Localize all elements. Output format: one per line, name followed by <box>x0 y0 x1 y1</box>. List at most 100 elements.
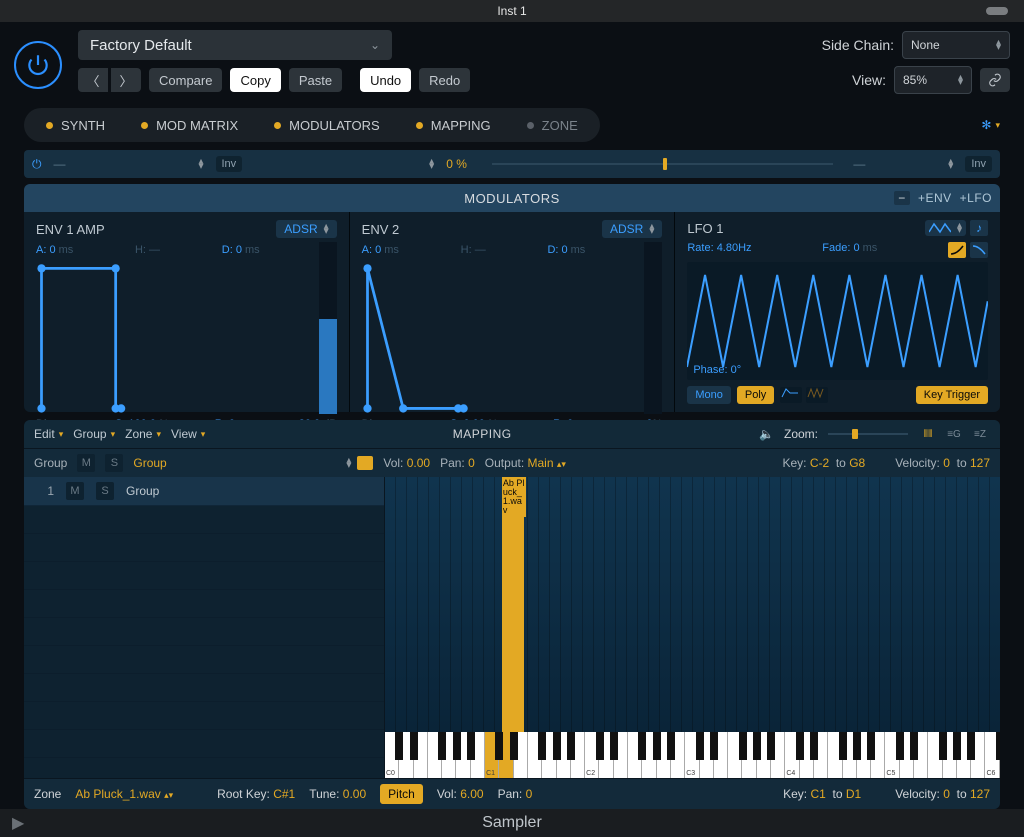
keyboard[interactable]: C0C1C2C3C4C5C6 <box>385 732 1000 778</box>
lfo-rate[interactable]: Rate: 4.80Hz <box>687 242 751 258</box>
lfo-env-icon-1[interactable] <box>780 387 802 403</box>
lfo-fade-in-button[interactable] <box>948 242 966 258</box>
mod-source-select[interactable]: —▴▾ <box>48 157 210 171</box>
zone-row: Zone Ab Pluck_1.wav ▴▾ Root Key: C#1 Tun… <box>24 778 1000 809</box>
env1-decay[interactable]: D: 0ms <box>222 244 260 256</box>
group-solo-button[interactable]: S <box>105 454 123 472</box>
power-button[interactable] <box>14 41 62 89</box>
add-lfo-button[interactable]: +LFO <box>960 191 992 205</box>
zone-menu[interactable]: Zone▾ <box>125 427 161 441</box>
zone-pan[interactable]: 0 <box>526 787 533 801</box>
compare-button[interactable]: Compare <box>149 68 222 92</box>
edit-menu[interactable]: Edit▾ <box>34 427 63 441</box>
group-key-lo[interactable]: C-2 <box>810 456 829 470</box>
undo-button[interactable]: Undo <box>360 68 411 92</box>
group-vol[interactable]: 0.00 <box>407 456 430 470</box>
invert-button[interactable]: Inv <box>216 156 243 172</box>
solo-button[interactable]: S <box>96 482 114 500</box>
group-key-hi[interactable]: G8 <box>849 456 865 470</box>
view-mode-grid-icon[interactable]: ⦀⦀ <box>918 426 938 442</box>
lfo-waveform-display[interactable]: Phase: 0° <box>687 262 988 380</box>
group-name-select[interactable]: Group ▴▾ <box>133 456 373 470</box>
group-output[interactable]: Main ▴▾ <box>528 456 566 470</box>
zone-key-hi[interactable]: D1 <box>846 787 861 801</box>
zone-vel-hi[interactable]: 127 <box>970 787 990 801</box>
zone-label: Zone <box>34 787 61 801</box>
env2-hold[interactable]: H: — <box>461 244 486 256</box>
group-mute-button[interactable]: M <box>77 454 95 472</box>
zone-root-key[interactable]: C#1 <box>273 787 295 801</box>
mod-via-select[interactable]: ▴▾ <box>248 159 440 169</box>
env2-attack[interactable]: A: 0ms <box>362 244 399 256</box>
mod-amount[interactable]: 0 % <box>446 157 478 171</box>
mod-target-select[interactable]: —▴▾ <box>847 157 959 171</box>
view-mode-z-icon[interactable]: ≡Z <box>970 426 990 442</box>
chevron-down-icon: ▾ <box>995 120 1000 131</box>
speaker-icon[interactable]: 🔈 <box>759 427 774 441</box>
env2-vel-slider[interactable] <box>644 242 662 414</box>
redo-button[interactable]: Redo <box>419 68 470 92</box>
zone-map[interactable]: Ab Pluck_1.wav <box>385 477 1000 732</box>
tab-modulators[interactable]: MODULATORS <box>258 111 396 139</box>
zone-vel-lo[interactable]: 0 <box>943 787 950 801</box>
group-pan[interactable]: 0 <box>468 456 475 470</box>
mute-button[interactable]: M <box>66 482 84 500</box>
tab-mapping[interactable]: MAPPING <box>400 111 507 139</box>
view-label: View: <box>852 72 886 88</box>
zoom-slider[interactable] <box>828 433 908 435</box>
invert-button-2[interactable]: Inv <box>965 156 992 172</box>
tab-zone[interactable]: ZONE <box>511 111 594 139</box>
view-mode-g-icon[interactable]: ≡G <box>944 426 964 442</box>
env1-hold[interactable]: H: — <box>135 244 160 256</box>
group-menu[interactable]: Group▾ <box>73 427 115 441</box>
env1-attack[interactable]: A: 0ms <box>36 244 73 256</box>
lfo-waveform-select[interactable]: ▴▾ <box>925 220 966 236</box>
preset-select[interactable]: Factory Default ⌄ <box>78 30 392 60</box>
lfo-phase[interactable]: Phase: 0° <box>693 364 741 376</box>
group-vel-lo[interactable]: 0 <box>943 456 950 470</box>
group-item-name: Group <box>126 484 159 498</box>
env1-graph[interactable] <box>36 260 311 414</box>
paste-button[interactable]: Paste <box>289 68 342 92</box>
chevron-updown-icon: ▴▾ <box>996 40 1001 50</box>
lfo-env-icon-2[interactable] <box>806 387 828 403</box>
lfo-key-trigger-button[interactable]: Key Trigger <box>916 386 988 404</box>
zone-file-select[interactable]: Ab Pluck_1.wav ▴▾ <box>75 787 173 801</box>
pitch-button[interactable]: Pitch <box>380 784 423 804</box>
remove-modulator-button[interactable]: − <box>894 191 910 205</box>
play-icon[interactable]: ▶ <box>12 813 24 833</box>
settings-menu-button[interactable]: ✻ ▾ <box>981 118 1000 132</box>
lfo-fade-out-button[interactable] <box>970 242 988 258</box>
group-vel-hi[interactable]: 127 <box>970 456 990 470</box>
tab-synth[interactable]: SYNTH <box>30 111 121 139</box>
next-preset-button[interactable]: 〉 <box>111 68 141 92</box>
lfo-poly-button[interactable]: Poly <box>737 386 774 404</box>
mod-amount-slider[interactable] <box>492 163 833 165</box>
view-menu[interactable]: View▾ <box>171 427 205 441</box>
env2-graph[interactable] <box>362 260 637 414</box>
env1-mode-select[interactable]: ADSR▴▾ <box>276 220 336 238</box>
env2-mode-select[interactable]: ADSR▴▾ <box>602 220 662 238</box>
lfo-fade[interactable]: Fade: 0 ms <box>822 242 877 258</box>
prev-preset-button[interactable]: 〈 <box>78 68 108 92</box>
tab-mod-matrix[interactable]: MOD MATRIX <box>125 111 254 139</box>
window-title: Inst 1 <box>497 4 526 18</box>
triangle-wave-icon <box>929 222 951 234</box>
view-zoom-select[interactable]: 85% ▴▾ <box>894 66 972 94</box>
add-env-button[interactable]: +ENV <box>918 191 952 205</box>
env2-decay[interactable]: D: 0ms <box>547 244 585 256</box>
link-button[interactable] <box>980 68 1010 92</box>
footer: ▶ Sampler <box>0 809 1024 837</box>
zone-tune[interactable]: 0.00 <box>343 787 366 801</box>
zone-key-lo[interactable]: C1 <box>810 787 825 801</box>
lfo-mono-button[interactable]: Mono <box>687 386 731 404</box>
group-list-empty <box>24 506 384 778</box>
zone-vol[interactable]: 6.00 <box>460 787 483 801</box>
lfo-note-button[interactable]: ♪ <box>970 220 988 236</box>
env1-vel-slider[interactable] <box>319 242 337 414</box>
group-list-item[interactable]: 1 M S Group <box>24 477 384 506</box>
sidechain-select[interactable]: None ▴▾ <box>902 31 1010 59</box>
mod-power-button[interactable]: ⏻ <box>32 157 42 172</box>
copy-button[interactable]: Copy <box>230 68 280 92</box>
group-label: Group <box>34 456 67 470</box>
